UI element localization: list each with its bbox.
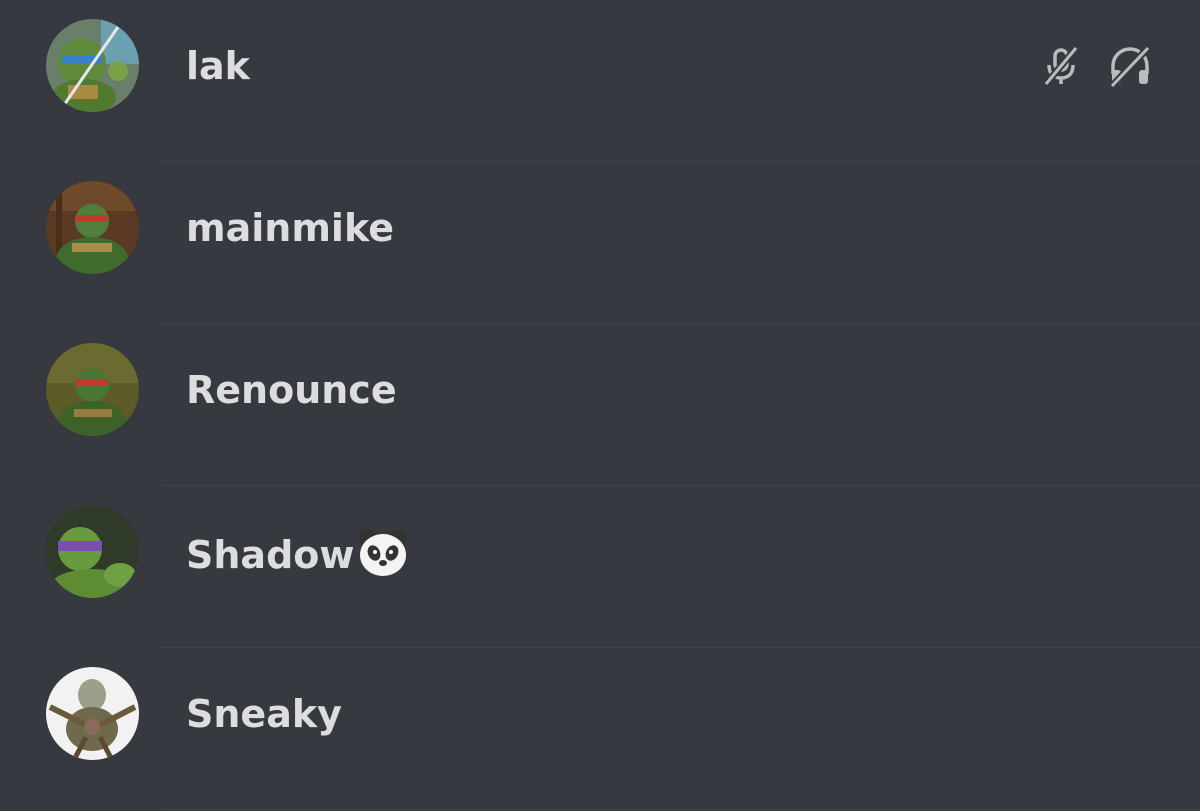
divider bbox=[162, 809, 1200, 810]
avatar bbox=[46, 505, 139, 598]
voice-member-list: lak mainmike Renounce Shadow Sneaky bbox=[0, 0, 1200, 811]
avatar bbox=[46, 343, 139, 436]
avatar bbox=[46, 667, 139, 760]
username: lak bbox=[186, 44, 250, 88]
avatar bbox=[46, 181, 139, 274]
username: Renounce bbox=[186, 368, 397, 412]
panda-face-icon bbox=[356, 526, 410, 591]
member-row-renounce[interactable]: Renounce bbox=[0, 324, 1200, 486]
avatar bbox=[46, 19, 139, 112]
member-row-mainmike[interactable]: mainmike bbox=[0, 162, 1200, 324]
headset-deafened-icon bbox=[1108, 44, 1152, 88]
member-row-lak[interactable]: lak bbox=[0, 0, 1200, 162]
username: Shadow bbox=[186, 526, 410, 591]
mic-muted-icon bbox=[1040, 44, 1084, 88]
member-row-shadow[interactable]: Shadow bbox=[0, 486, 1200, 648]
username: Sneaky bbox=[186, 692, 342, 736]
member-row-sneaky[interactable]: Sneaky bbox=[0, 648, 1200, 810]
username: mainmike bbox=[186, 206, 394, 250]
